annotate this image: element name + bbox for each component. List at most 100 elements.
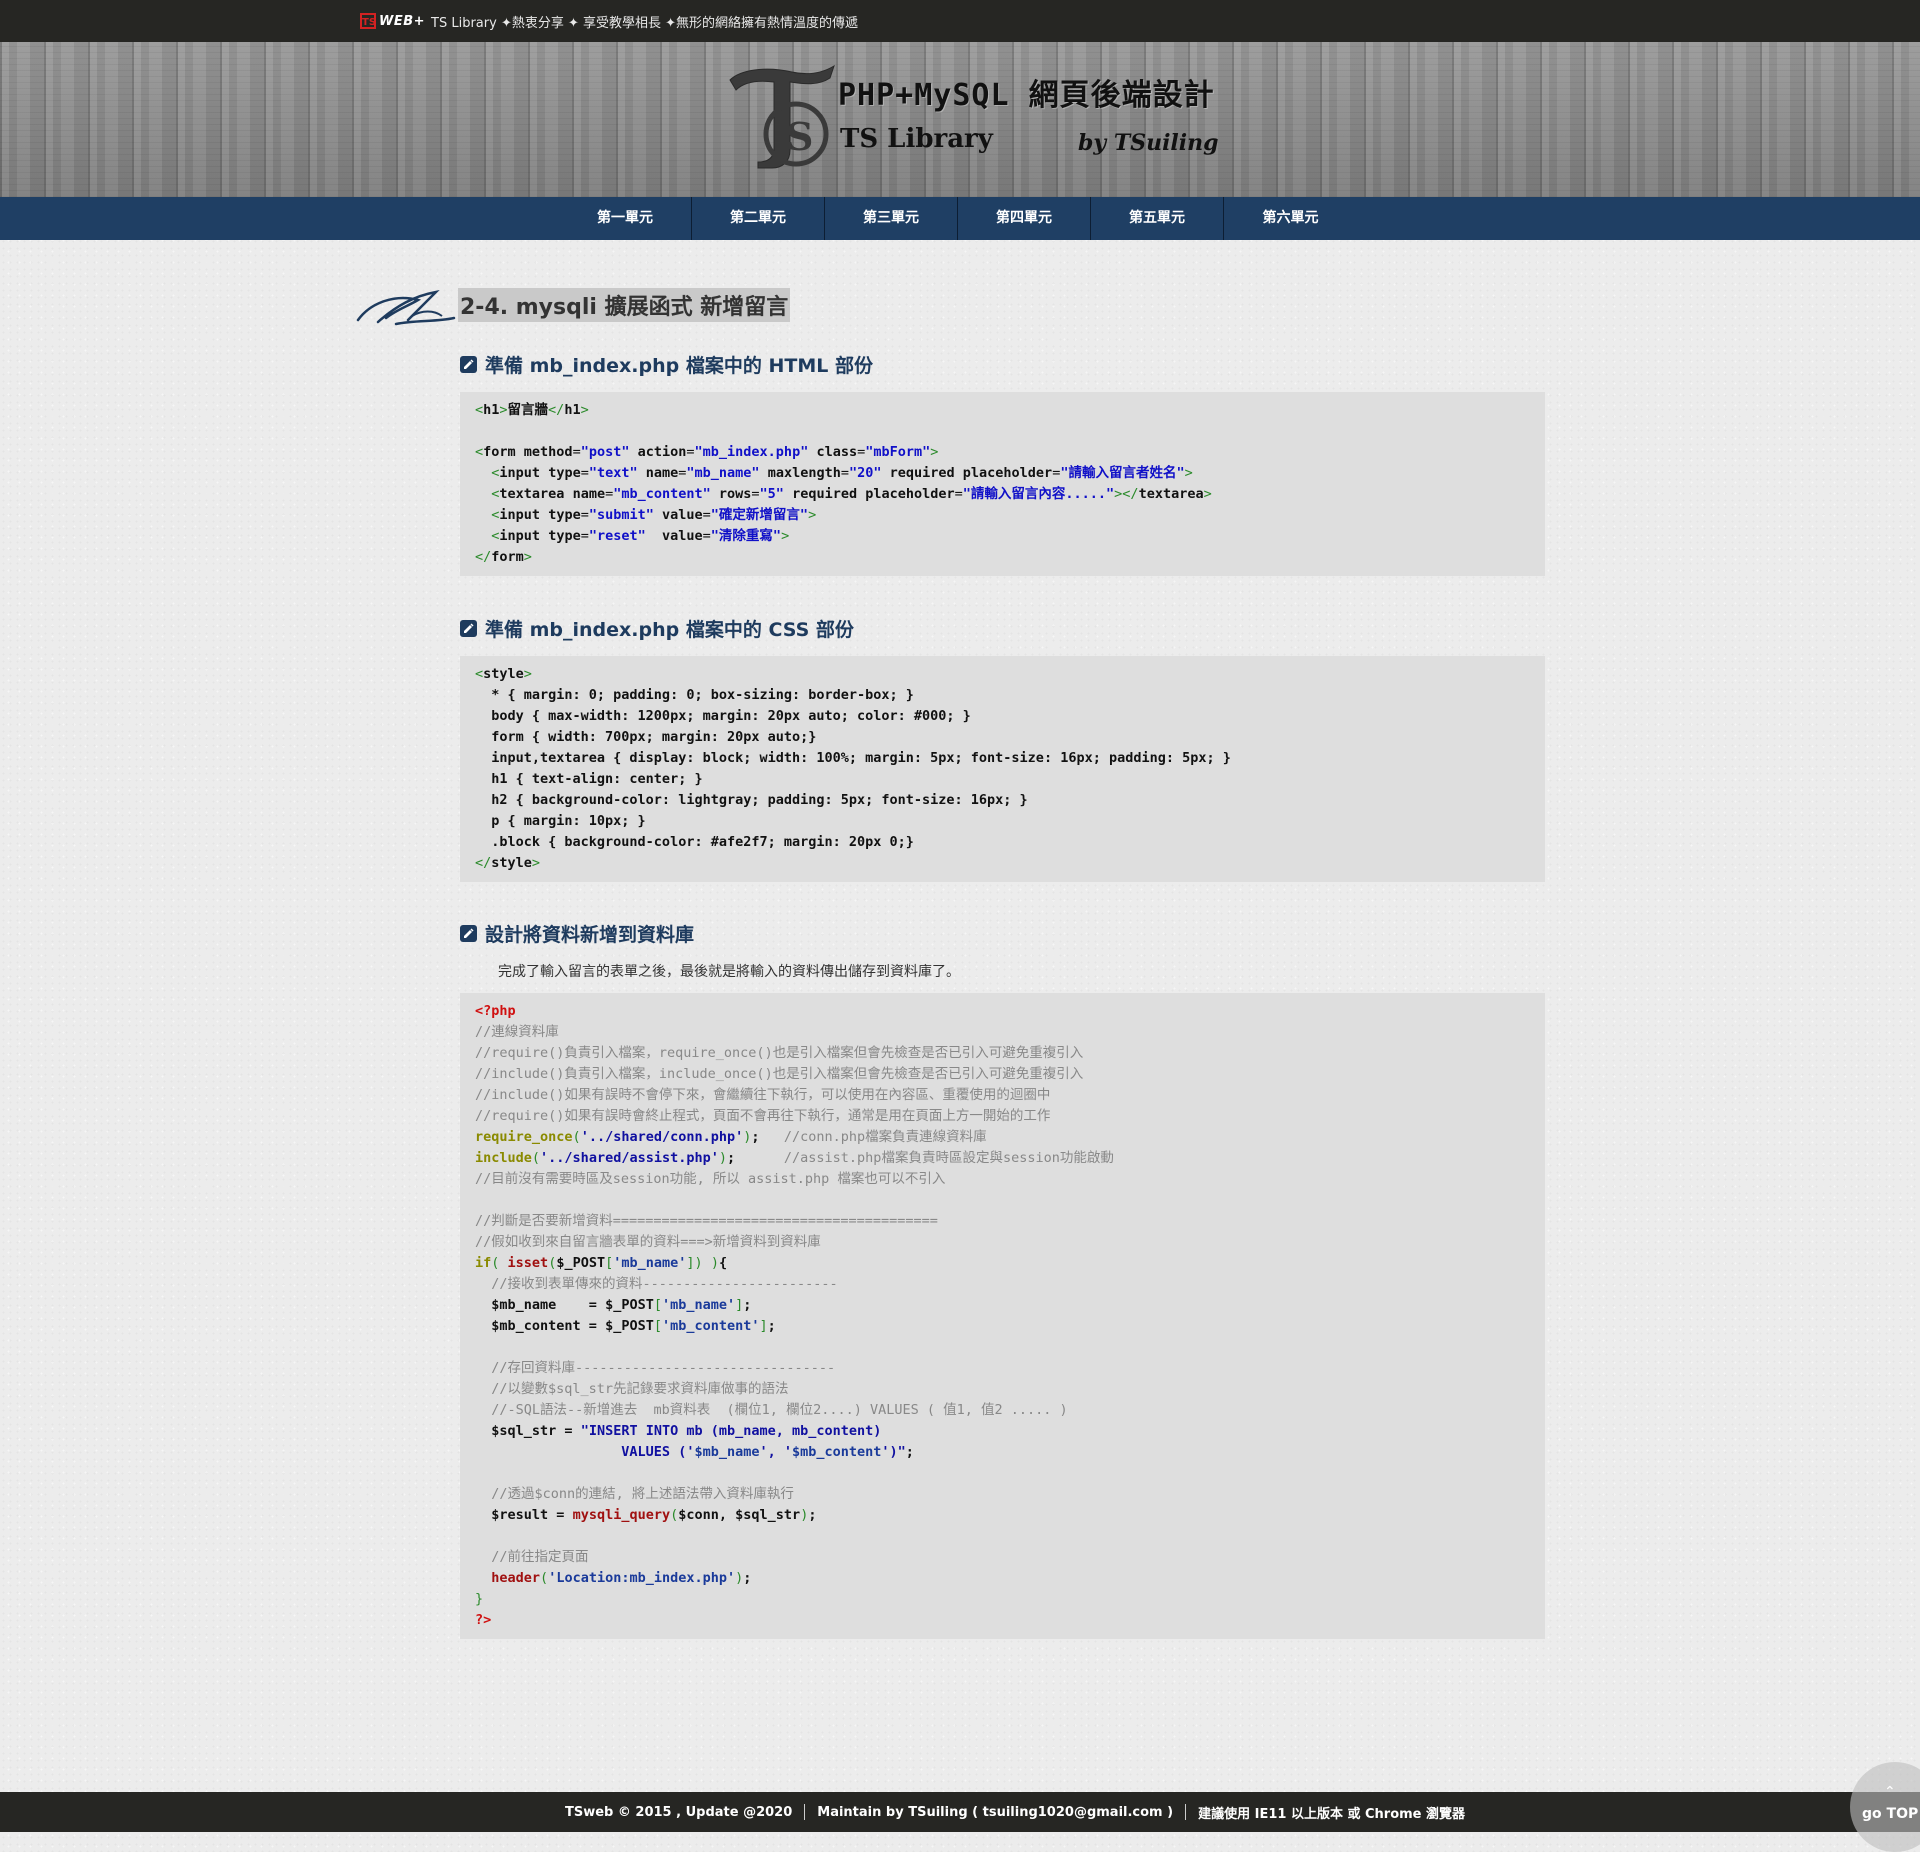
- footer: TSweb © 2015 , Update @2020 Maintain by …: [0, 1792, 1920, 1832]
- code-token: ;: [727, 1150, 784, 1166]
- code-token: <: [475, 444, 484, 460]
- code-token: =: [840, 465, 849, 481]
- code-line: //存回資料庫--------------------------------: [475, 1358, 1530, 1379]
- code-token: 留言牆: [507, 402, 549, 418]
- code-line: //-SQL語法--新增進去 mb資料表 (欄位1, 欄位2....) VALU…: [475, 1400, 1530, 1421]
- code-token: $mb_name: [491, 1297, 557, 1313]
- code-token: =: [580, 1318, 606, 1334]
- code-token: [: [653, 1297, 662, 1313]
- code-token: input: [499, 465, 549, 481]
- code-token: ;: [751, 1129, 784, 1145]
- code-line: //前往指定頁面: [475, 1547, 1530, 1568]
- code-token: //假如收到來自留言牆表單的資料===>新增資料到資料庫: [475, 1234, 821, 1250]
- code-token: method: [523, 444, 573, 460]
- code-token: =: [548, 1507, 573, 1523]
- chevron-up-icon: ⌃: [1884, 1784, 1896, 1800]
- quill-flourish-icon: [356, 290, 456, 326]
- code-token: style: [491, 855, 532, 871]
- code-token: input: [499, 528, 549, 544]
- code-line: //目前沒有需要時區及session功能, 所以 assist.php 檔案也可…: [475, 1169, 1530, 1190]
- code-token: >: [1184, 465, 1193, 481]
- nav-item-unit-1[interactable]: 第一單元: [559, 197, 692, 240]
- top-bar: TS WEB+ TS Library ✦熱衷分享 ✦ 享受教學相長 ✦無形的網絡…: [0, 0, 1920, 42]
- code-token: $sql_str: [735, 1507, 801, 1523]
- brand-logo-ts[interactable]: TS: [360, 13, 376, 29]
- code-token: //-SQL語法--新增進去 mb資料表 (欄位1, 欄位2....) VALU…: [491, 1402, 1068, 1418]
- code-token: //require()負責引入檔案，require_once()也是引入檔案但會…: [475, 1045, 1084, 1061]
- code-token: textarea: [499, 486, 573, 502]
- code-token: (: [540, 1570, 549, 1586]
- code-token: class: [808, 444, 858, 460]
- code-token: >: [930, 444, 939, 460]
- banner-title: PHP+MySQL 網頁後端設計: [838, 78, 1215, 113]
- go-top-button[interactable]: ⌃ go TOP: [1850, 1762, 1920, 1852]
- code-block-html: <h1>留言牆</h1> <form method="post" action="…: [460, 392, 1545, 576]
- nav-item-unit-5[interactable]: 第五單元: [1091, 197, 1224, 240]
- section-heading-text: 準備 mb_index.php 檔案中的 HTML 部份: [485, 355, 873, 377]
- code-token: =: [556, 1423, 581, 1439]
- nav-item-unit-3[interactable]: 第三單元: [825, 197, 958, 240]
- code-token: =: [954, 486, 963, 502]
- code-token: =: [580, 507, 589, 523]
- code-line: form { width: 700px; margin: 20px auto;}: [475, 727, 1530, 748]
- code-token: h2 { background-color: lightgray; paddin…: [475, 792, 1028, 808]
- code-token: if: [475, 1255, 492, 1271]
- code-token: >: [1203, 486, 1212, 502]
- code-token: $mb_content: [792, 1444, 882, 1460]
- code-line: input,textarea { display: block; width: …: [475, 748, 1530, 769]
- footer-maintainer: Maintain by TSuiling ( tsuiling1020@gmai…: [817, 1804, 1174, 1820]
- nav-item-unit-4[interactable]: 第四單元: [958, 197, 1091, 240]
- main-nav: 第一單元 第二單元 第三單元 第四單元 第五單元 第六單元: [0, 197, 1920, 240]
- code-token: action: [629, 444, 687, 460]
- edit-icon: [460, 620, 477, 637]
- section-heading-db: 設計將資料新增到資料庫: [460, 920, 694, 947]
- code-token: "mbForm": [865, 444, 931, 460]
- code-token: ,: [718, 1507, 736, 1523]
- code-token: ;: [743, 1570, 752, 1586]
- code-token: {: [718, 1255, 728, 1271]
- code-token: $_POST: [605, 1297, 654, 1313]
- code-token: ): [694, 1255, 703, 1271]
- footer-content: TSweb © 2015 , Update @2020 Maintain by …: [553, 1792, 1477, 1832]
- brand-logo-web[interactable]: WEB+: [379, 14, 425, 29]
- nav-item-unit-2[interactable]: 第二單元: [692, 197, 825, 240]
- section-heading-text: 準備 mb_index.php 檔案中的 CSS 部份: [485, 619, 854, 641]
- code-token: ]: [686, 1255, 695, 1271]
- code-token: 'mb_content': [661, 1318, 760, 1334]
- code-token: =: [702, 507, 711, 523]
- banner-subtitle: TS Library: [840, 124, 993, 154]
- code-token: $_POST: [605, 1318, 654, 1334]
- code-line: body { max-width: 1200px; margin: 20px a…: [475, 706, 1530, 727]
- edit-icon: [460, 356, 477, 373]
- code-token: $mb_name: [694, 1444, 760, 1460]
- code-token: [: [653, 1318, 662, 1334]
- nav-item-unit-6[interactable]: 第六單元: [1224, 197, 1357, 240]
- code-token: ): [710, 1255, 719, 1271]
- code-token: //接收到表單傳來的資料------------------------: [491, 1276, 838, 1292]
- code-token: "請輸入留言者姓名": [1060, 465, 1185, 481]
- code-token: =: [572, 444, 581, 460]
- code-token: include: [475, 1150, 532, 1166]
- code-token: ;: [743, 1297, 752, 1313]
- code-token: "text": [588, 465, 638, 481]
- code-line: <h1>留言牆</h1>: [475, 400, 1530, 421]
- code-token: * { margin: 0; padding: 0; box-sizing: b…: [475, 687, 914, 703]
- page-title: 2-4. mysqli 擴展函式 新增留言: [458, 288, 791, 322]
- code-token: </: [475, 549, 492, 565]
- code-line: $result = mysqli_query($conn, $sql_str);: [475, 1505, 1530, 1526]
- code-token: required placeholder: [783, 486, 955, 502]
- code-line: h1 { text-align: center; }: [475, 769, 1530, 790]
- code-line: <?php: [475, 1001, 1530, 1022]
- code-token: //前往指定頁面: [491, 1549, 589, 1565]
- code-token: <: [475, 666, 484, 682]
- code-block-php: <?php //連線資料庫 //require()負責引入檔案，require_on…: [460, 993, 1545, 1639]
- code-token: input: [499, 507, 549, 523]
- code-token: value: [653, 507, 703, 523]
- code-line: }: [475, 1589, 1530, 1610]
